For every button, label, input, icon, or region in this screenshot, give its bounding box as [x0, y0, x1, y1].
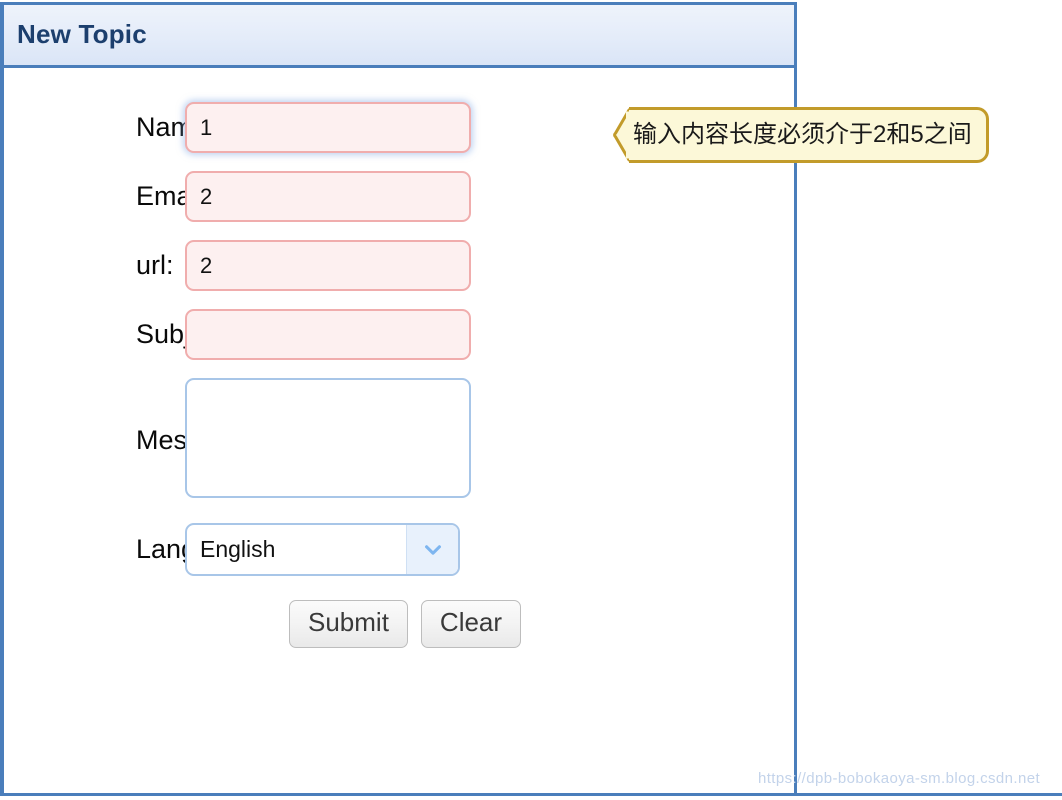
chevron-down-icon: [424, 544, 441, 555]
page-title: New Topic: [17, 19, 147, 49]
form-row-email: Email:: [4, 171, 794, 222]
panel-header: New Topic: [4, 5, 794, 68]
tooltip-message: 输入内容长度必须介于2和5之间: [629, 107, 989, 163]
url-input[interactable]: [185, 240, 471, 291]
subject-input[interactable]: [185, 309, 471, 360]
field-wrap-message: [185, 378, 471, 503]
clear-button[interactable]: Clear: [420, 600, 522, 649]
form-row-message: Message:: [4, 378, 794, 503]
tooltip-arrow-icon: [613, 107, 629, 163]
language-select-value: English: [200, 536, 276, 562]
field-wrap-language: English: [185, 523, 460, 576]
label-subject: Subject:: [4, 319, 234, 350]
field-wrap-subject: [185, 309, 471, 360]
validation-tooltip: 输入内容长度必须介于2和5之间: [613, 107, 989, 163]
language-select[interactable]: English: [185, 523, 460, 576]
label-language: Language:: [4, 534, 264, 565]
page-bottom-rule: [0, 793, 1062, 796]
field-wrap-url: [185, 240, 471, 291]
form-actions: Submit Clear: [4, 600, 794, 649]
field-wrap-email: [185, 171, 471, 222]
label-url: url:: [136, 249, 174, 280]
form-row-subject: Subject:: [4, 309, 794, 360]
language-select-arrow-box[interactable]: [406, 525, 458, 574]
form-row-language: Language: English: [4, 523, 794, 576]
label-message: Message:: [4, 425, 253, 456]
name-input[interactable]: [185, 102, 471, 153]
label-email: Email:: [136, 180, 212, 211]
watermark-text: https://dpb-bobokaoya-sm.blog.csdn.net: [758, 770, 1041, 787]
label-name: Name:: [136, 111, 216, 142]
form-row-url: url:: [4, 240, 794, 291]
field-wrap-name: [185, 102, 471, 153]
message-textarea[interactable]: [185, 378, 471, 498]
submit-button[interactable]: Submit: [289, 600, 408, 649]
email-input[interactable]: [185, 171, 471, 222]
